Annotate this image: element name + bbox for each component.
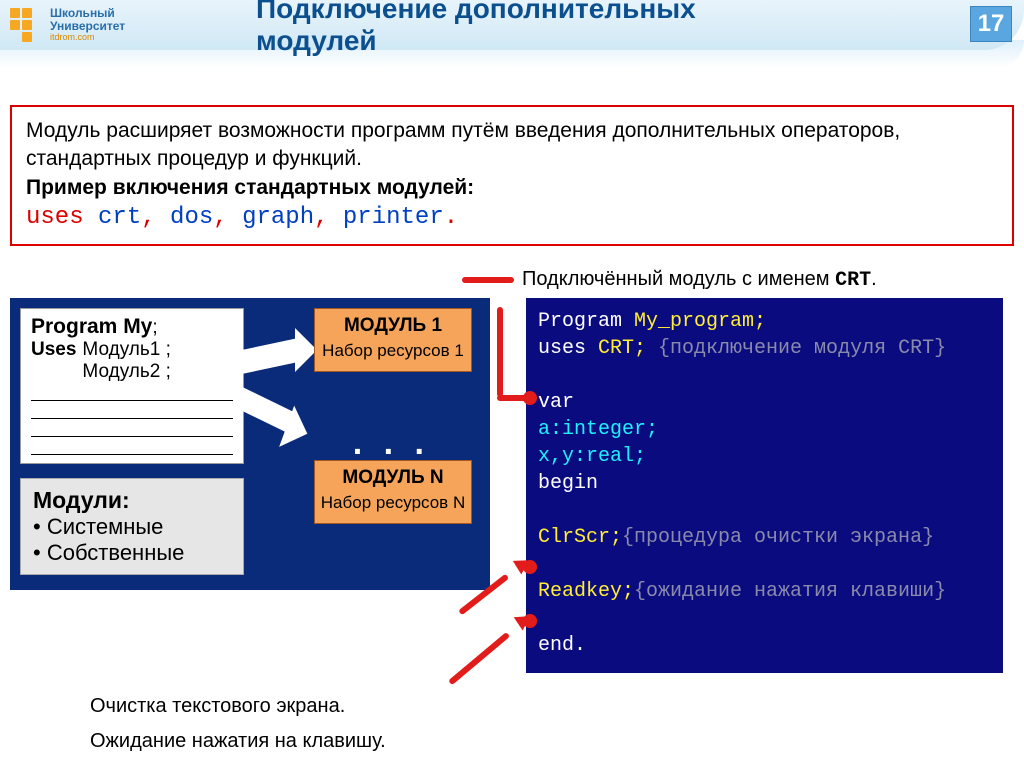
module-types-box: Модули: • Системные • Собственные [20, 478, 244, 575]
program-box: Program My; Uses Модуль1 ; Модуль2 ; [20, 308, 244, 464]
uses-keyword: uses [26, 204, 84, 231]
ellipsis: . . . [353, 424, 430, 463]
module-printer: printer [343, 204, 444, 231]
caption-clear-screen: Очистка текстового экрана. [90, 695, 1024, 718]
intro-text: Модуль расширяет возможности программ пу… [26, 117, 998, 174]
uses-line: Uses Модуль1 ; Модуль2 ; [31, 339, 233, 383]
arrow-icon [238, 385, 292, 435]
intro-box: Модуль расширяет возможности программ пу… [10, 105, 1014, 246]
page-number: 17 [970, 6, 1012, 42]
type-system: • Системные [33, 514, 231, 540]
code-block: Program My_program; uses CRT; {подключен… [526, 298, 1003, 673]
pointer-dot-icon [523, 391, 537, 405]
intro-code: uses crt, dos, graph, printer. [26, 202, 998, 234]
pointer-bar-icon [462, 277, 514, 283]
blank-line [31, 441, 233, 455]
blank-line [31, 423, 233, 437]
module-1-box: МОДУЛЬ 1 Набор ресурсов 1 [314, 308, 472, 372]
intro-bold: Пример включения стандартных модулей: [26, 174, 998, 202]
captions-below: Очистка текстового экрана. Ожидание нажа… [90, 695, 1024, 753]
diagram-panel: Program My; Uses Модуль1 ; Модуль2 ; МОД… [10, 298, 490, 590]
module-dos: dos [170, 204, 213, 231]
main-content: Program My; Uses Модуль1 ; Модуль2 ; МОД… [0, 298, 1024, 673]
caption-top: Подключённый модуль с именем CRT. [522, 268, 877, 292]
logo-text: Школьный Университет itdrom.com [50, 7, 125, 43]
program-title: Program My; [31, 315, 233, 339]
logo-icon [10, 8, 44, 42]
blank-line [31, 405, 233, 419]
module-n-box: МОДУЛЬ N Набор ресурсов N [314, 460, 472, 524]
module-graph: graph [242, 204, 314, 231]
slide-title: Подключение дополнительных модулей [256, 0, 768, 57]
logo-sub: itdrom.com [50, 33, 125, 43]
caption-readkey: Ожидание нажатия на клавишу. [90, 730, 1024, 753]
type-own: • Собственные [33, 540, 231, 566]
logo: Школьный Университет itdrom.com [10, 7, 125, 43]
arrow-icon [240, 338, 300, 375]
module-crt: crt [98, 204, 141, 231]
blank-line [31, 387, 233, 401]
caption-top-row: Подключённый модуль с именем CRT. [0, 268, 1024, 292]
pointer-line-icon [497, 307, 503, 397]
slide-header: Школьный Университет itdrom.com Подключе… [0, 0, 1024, 50]
